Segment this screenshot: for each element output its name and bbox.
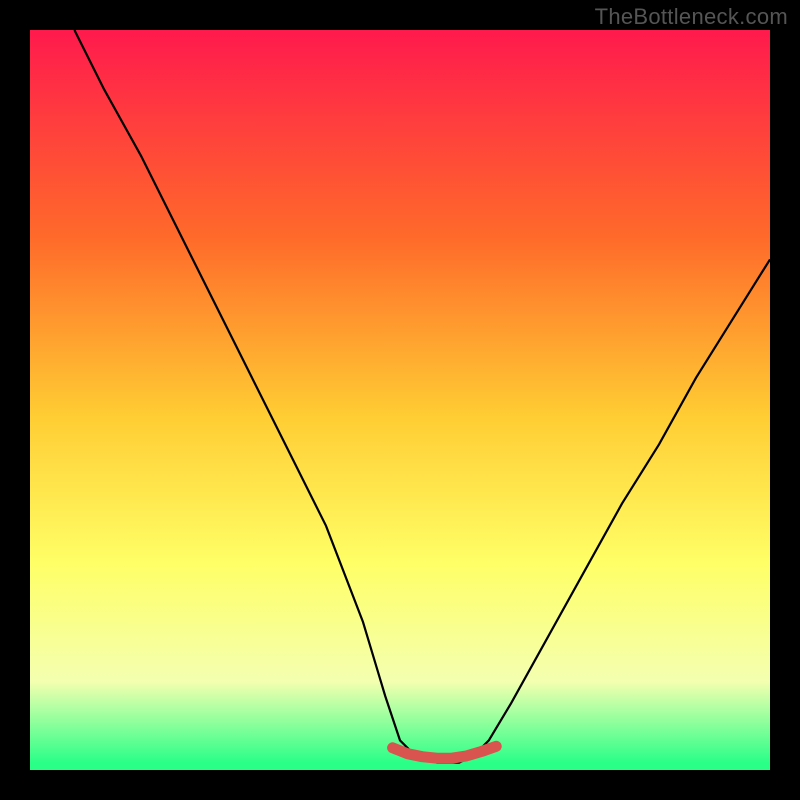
gradient-background xyxy=(30,30,770,770)
watermark-text: TheBottleneck.com xyxy=(595,4,788,30)
chart-area xyxy=(30,30,770,770)
bottleneck-chart xyxy=(30,30,770,770)
